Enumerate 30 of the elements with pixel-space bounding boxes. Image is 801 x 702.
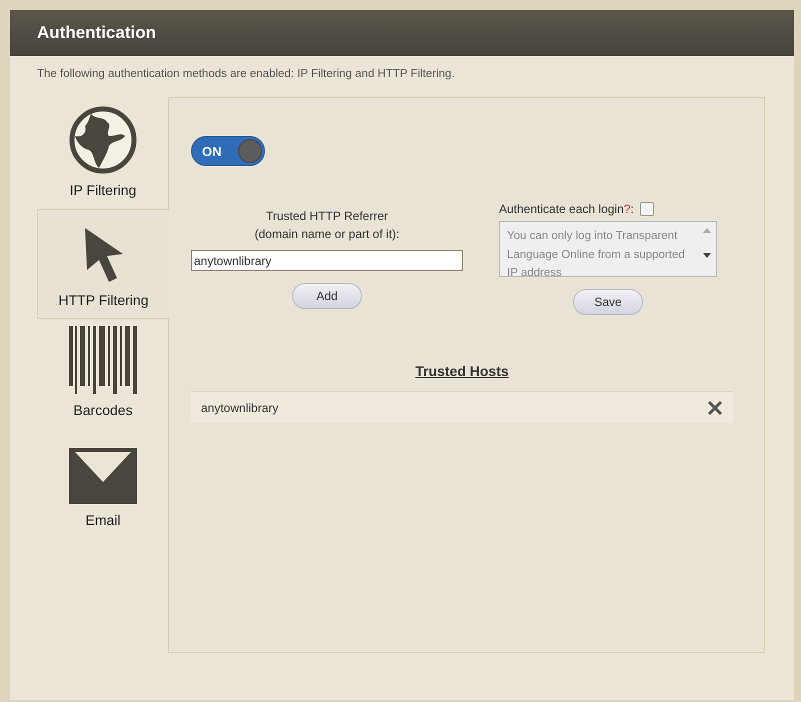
toggle-switch[interactable]: ON (191, 136, 265, 166)
description-text: The following authentication methods are enabled: IP Filtering and HTTP Filtering. (37, 68, 456, 80)
toggle-knob (238, 139, 262, 163)
method-tab[interactable]: Barcodes (37, 319, 168, 429)
close-icon (707, 400, 723, 416)
envelope-icon (69, 448, 137, 504)
globe-icon (69, 106, 137, 174)
save-button[interactable]: Save (573, 289, 643, 315)
host-text: anytownlibrary (201, 400, 278, 414)
method-tab[interactable]: HTTP Filtering (37, 209, 169, 319)
hosts-title: Trusted Hosts (415, 363, 509, 379)
panel-title: Authentication (37, 23, 156, 43)
delete-button[interactable] (707, 400, 723, 416)
login-label: Authenticate each login?: (499, 202, 634, 216)
cursor-icon (82, 226, 124, 284)
method-tab[interactable]: Email (37, 429, 168, 539)
method-tab[interactable]: IP Filtering (37, 99, 168, 209)
referrer-label: Trusted HTTP Referrer (266, 208, 388, 225)
method-label: HTTP Filtering (58, 292, 148, 308)
method-label: IP Filtering (70, 182, 136, 198)
message-text: You can only log into Transparent Language Online from a supported IP address (507, 230, 685, 279)
method-label: Barcodes (73, 402, 133, 418)
scroll-arrows-icon (702, 227, 712, 259)
referrer-label: (domain name or part of it): (254, 226, 400, 243)
toggle-label: ON (202, 144, 222, 158)
referrer-input[interactable]: anytownlibrary (191, 250, 463, 271)
login-checkbox[interactable] (640, 202, 654, 216)
barcode-icon (69, 326, 137, 394)
add-button[interactable]: Add (292, 283, 362, 309)
method-label: Email (85, 512, 120, 528)
